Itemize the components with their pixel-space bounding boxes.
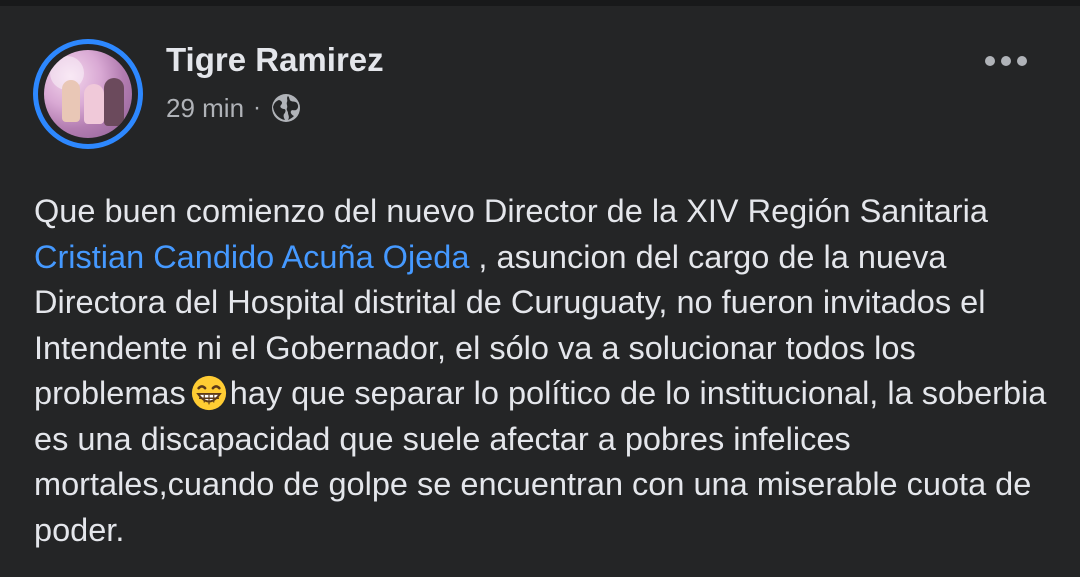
post-meta: 29 min · xyxy=(166,90,302,126)
more-dot-icon xyxy=(1001,56,1011,66)
author-avatar-story-ring[interactable] xyxy=(33,39,143,149)
post-text-part: Que buen comienzo del nuevo Director de … xyxy=(34,193,988,229)
more-dot-icon xyxy=(985,56,995,66)
more-dot-icon xyxy=(1017,56,1027,66)
grinning-face-emoji-icon xyxy=(191,375,226,411)
post-header: Tigre Ramirez 29 min · xyxy=(0,0,1080,160)
mention-link[interactable]: Cristian Candido Acuña Ojeda xyxy=(34,239,469,275)
more-options-button[interactable] xyxy=(978,46,1034,76)
avatar[interactable] xyxy=(44,50,132,138)
post-timestamp[interactable]: 29 min xyxy=(166,93,244,124)
author-name[interactable]: Tigre Ramirez xyxy=(166,40,384,80)
globe-icon[interactable] xyxy=(270,92,302,124)
post-body: Que buen comienzo del nuevo Director de … xyxy=(34,189,1054,553)
meta-separator: · xyxy=(253,94,262,121)
